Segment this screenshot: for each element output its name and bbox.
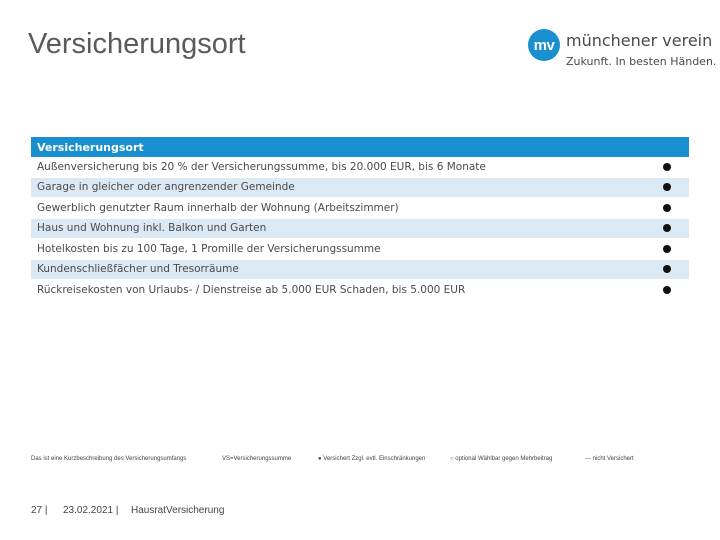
footnote-vs: VS=Versicherungssumme [222,456,292,462]
row-label: Haus und Wohnung inkl. Balkon und Garten [37,222,267,235]
logo-name: münchener verein [566,31,713,50]
table-row: Hotelkosten bis zu 100 Tage, 1 Promille … [31,239,689,260]
page-title: Versicherungsort [28,28,246,60]
table-row: Gewerblich genutzter Raum innerhalb der … [31,198,689,219]
insured-dot-icon [663,285,671,294]
table-header: Versicherungsort [31,137,689,157]
row-label: Außenversicherung bis 20 % der Versicher… [37,160,486,173]
insured-dot-icon [663,183,671,192]
insured-dot-icon [663,224,671,233]
table-row: Außenversicherung bis 20 % der Versicher… [31,157,689,178]
table-row: Garage in gleicher oder angrenzender Gem… [31,177,689,198]
table-row: Kundenschließfächer und Tresorräume [31,259,689,280]
insured-dot-icon [663,162,671,171]
company-logo: mv münchener verein Zukunft. In besten H… [528,28,716,72]
row-label: Kundenschließfächer und Tresorräume [37,263,239,276]
page-number: 27 | [31,505,48,516]
logo-mark: mv [528,29,560,61]
footnote-optional: ○ optional Wählbar gegen Mehrbeitrag [450,456,553,462]
coverage-table: Versicherungsort Außenversicherung bis 2… [31,137,689,301]
insured-dot-icon [663,265,671,274]
table-row: Rückreisekosten von Urlaubs- / Dienstrei… [31,280,689,301]
logo-tagline: Zukunft. In besten Händen. [566,55,717,68]
footnotes: Das ist eine Kurzbeschreibung des Versic… [0,456,720,468]
insured-dot-icon [663,203,671,212]
row-label: Gewerblich genutzter Raum innerhalb der … [37,201,399,214]
row-label: Hotelkosten bis zu 100 Tage, 1 Promille … [37,242,381,255]
slide-footer: 27 | 23.02.2021 | HausratVersicherung [0,505,720,521]
footnote-summary: Das ist eine Kurzbeschreibung des Versic… [31,456,187,462]
footer-date: 23.02.2021 | [63,505,119,516]
footnote-not-insured: --- nicht Versichert [585,456,634,462]
footer-product: HausratVersicherung [131,505,225,516]
footnote-insured: ● Versichert Zzgl. evtl. Einschränkungen [318,456,426,462]
row-label: Garage in gleicher oder angrenzender Gem… [37,181,295,194]
row-label: Rückreisekosten von Urlaubs- / Dienstrei… [37,283,466,296]
table-row: Haus und Wohnung inkl. Balkon und Garten [31,218,689,239]
insured-dot-icon [663,244,671,253]
